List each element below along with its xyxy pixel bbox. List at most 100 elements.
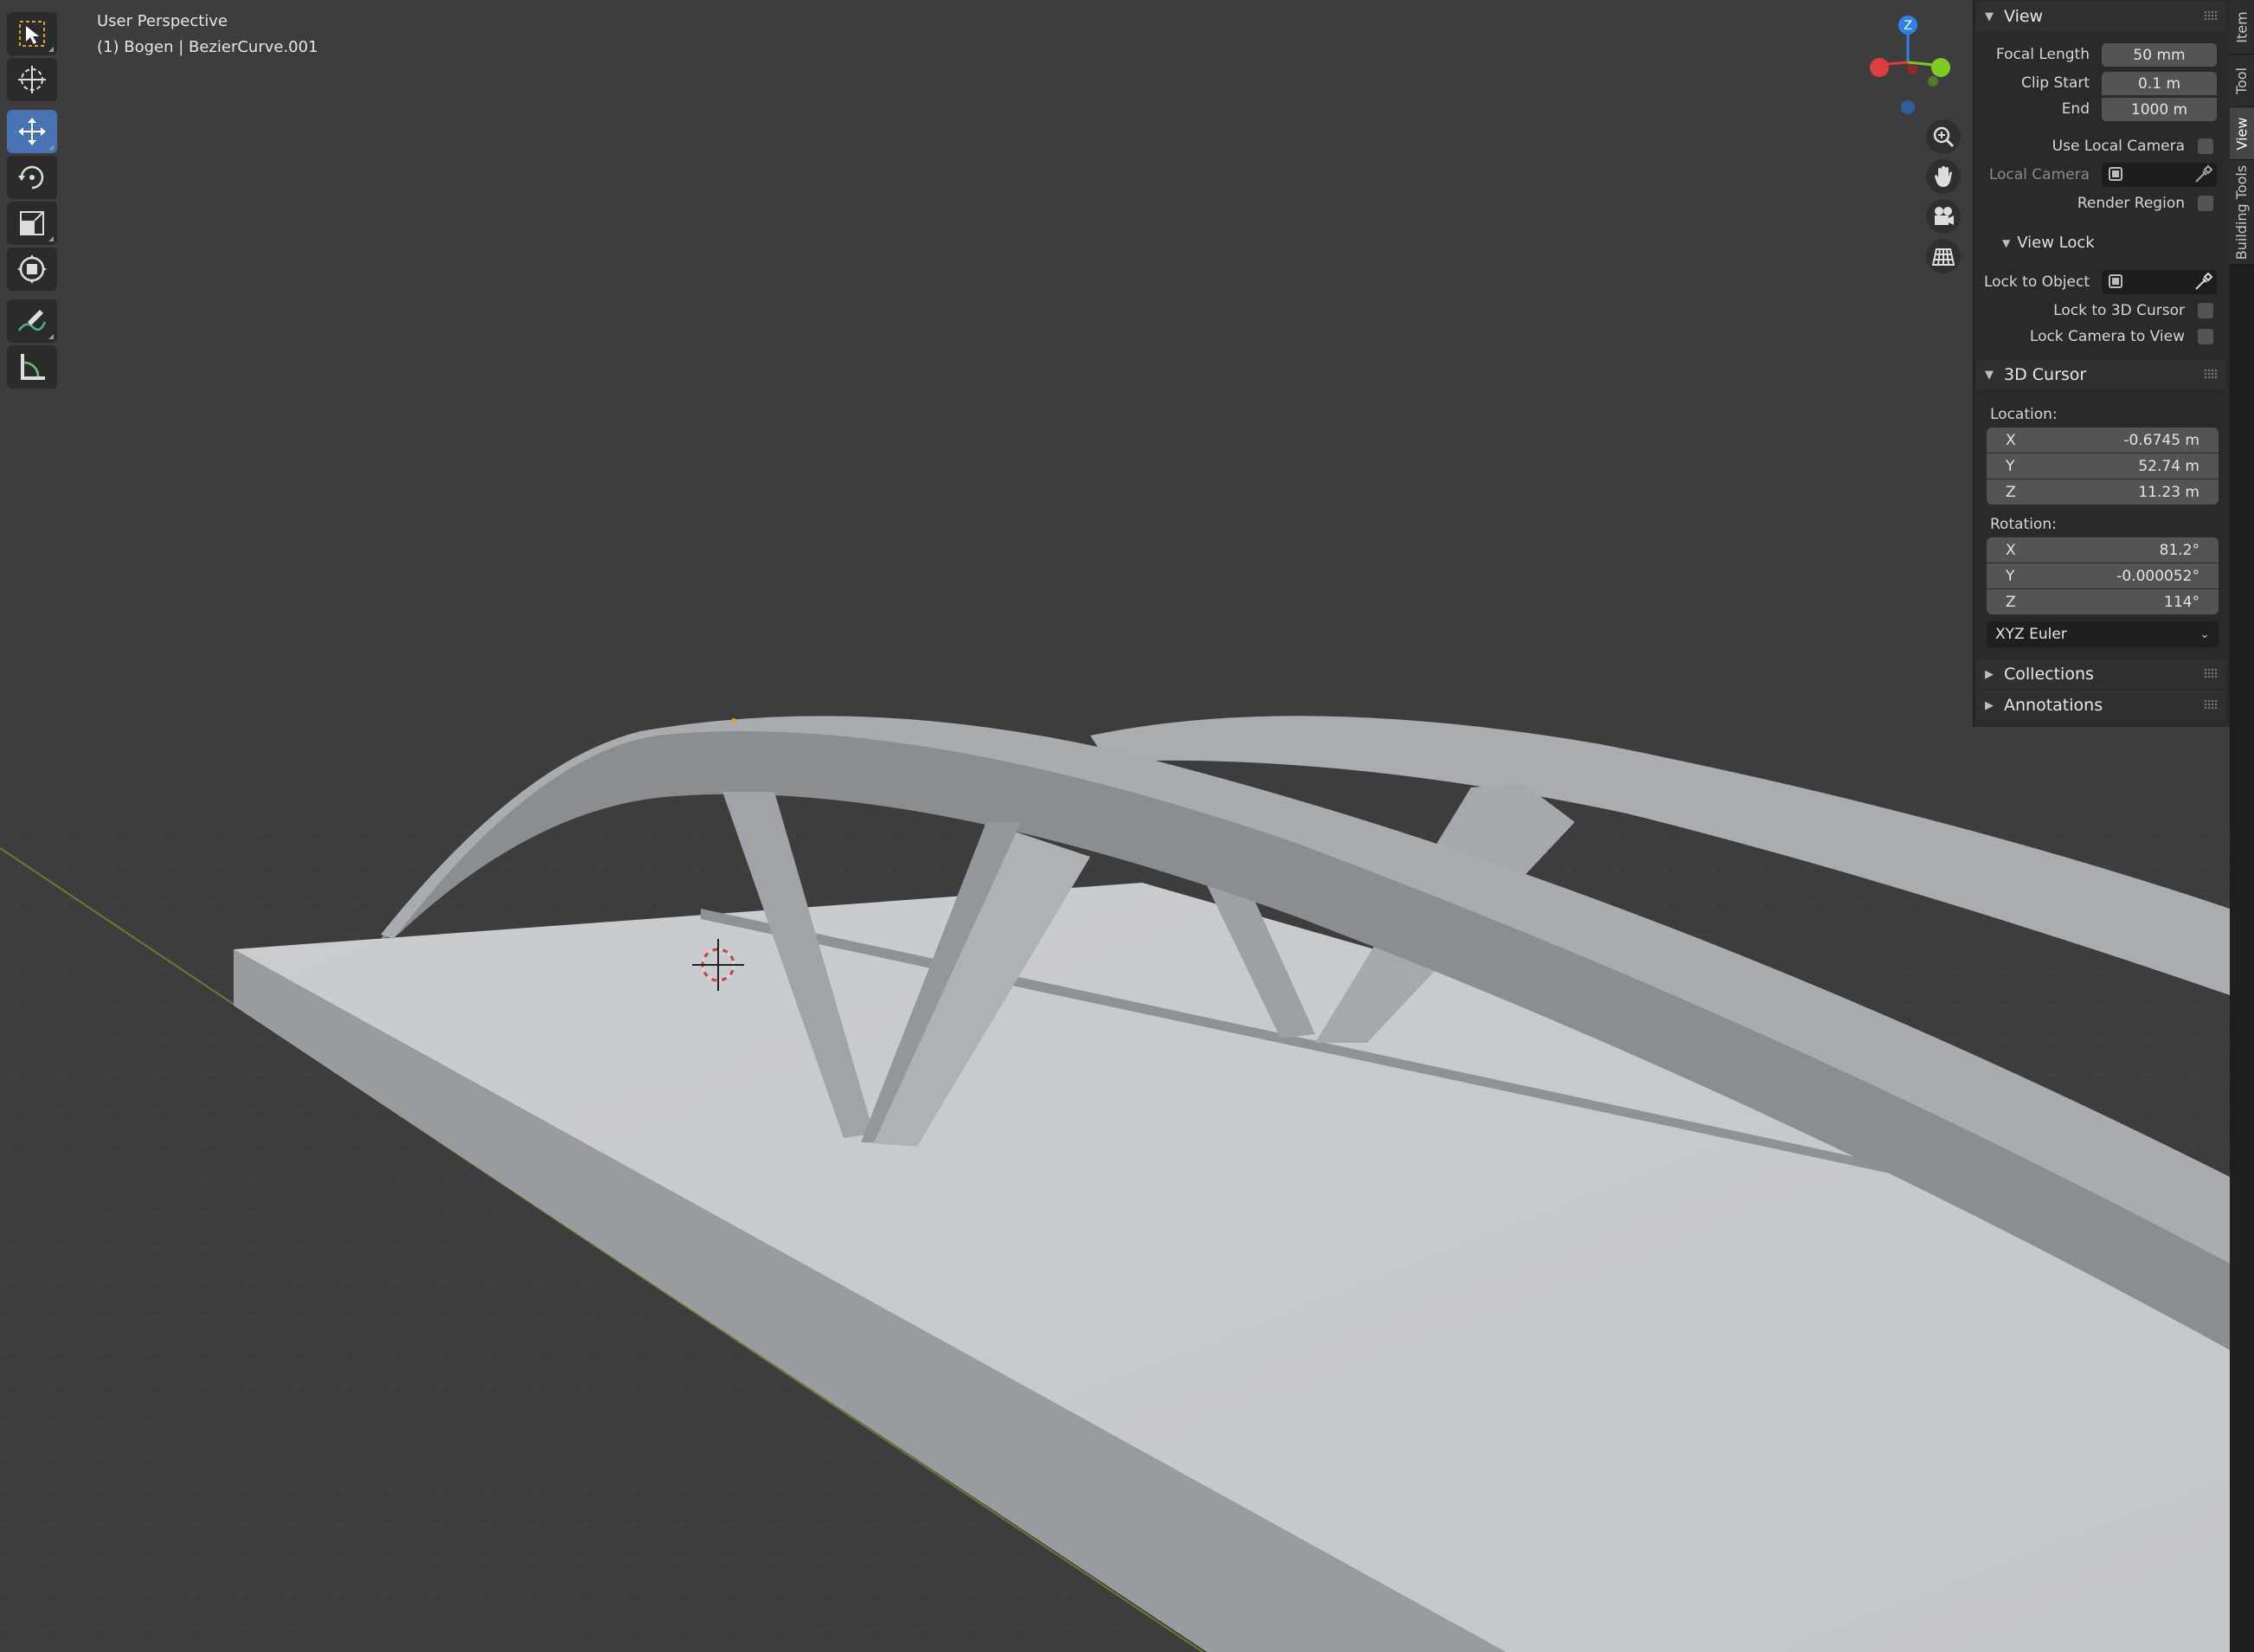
annotations-panel-title: Annotations: [2004, 696, 2103, 715]
collections-panel-header[interactable]: ▶ Collections: [1976, 659, 2226, 689]
tab-item[interactable]: Item: [2230, 0, 2254, 55]
axis-label: Z: [2006, 593, 2016, 611]
3d-viewport[interactable]: [0, 0, 2254, 1652]
perspective-toggle-button[interactable]: [1926, 239, 1961, 273]
annotations-panel-header[interactable]: ▶ Annotations: [1976, 691, 2226, 720]
location-x-field[interactable]: X -0.6745 m: [1987, 427, 2219, 453]
axis-label: Y: [2006, 567, 2015, 585]
view-lock-title: View Lock: [2017, 234, 2095, 252]
hand-icon: [1935, 166, 1952, 187]
object-icon: [2109, 274, 2122, 288]
axis-value: 81.2°: [2159, 541, 2199, 559]
pencil-icon: [17, 310, 47, 331]
collapse-triangle-icon: ▼: [1985, 10, 1994, 23]
lock-to-object-label: Lock to Object: [1983, 273, 2090, 291]
transform-icon: [17, 254, 47, 284]
location-y-field[interactable]: Y 52.74 m: [1987, 453, 2219, 479]
clip-end-field[interactable]: 1000 m: [2102, 98, 2217, 121]
cursor-icon: [18, 66, 46, 93]
axis-value: 52.74 m: [2138, 457, 2199, 475]
tab-building-tools[interactable]: Building Tools: [2230, 160, 2254, 265]
eyedropper-icon[interactable]: [2193, 272, 2213, 292]
tab-label: Building Tools: [2233, 164, 2251, 260]
rotation-x-field[interactable]: X 81.2°: [1987, 537, 2219, 562]
view-panel-title: View: [2004, 7, 2044, 26]
grid-icon: [1931, 248, 1955, 266]
drag-grip-icon[interactable]: [2204, 668, 2218, 678]
cursor-tool[interactable]: [7, 58, 57, 101]
axis-label: X: [2006, 541, 2016, 559]
focal-length-label: Focal Length: [1995, 46, 2090, 63]
drag-grip-icon[interactable]: [2204, 699, 2218, 710]
focal-length-field[interactable]: 50 mm: [2102, 43, 2217, 67]
gizmo-neg-z-axis[interactable]: [1901, 100, 1915, 114]
local-camera-label: Local Camera: [1988, 166, 2090, 183]
bridge-scene[interactable]: [0, 0, 2254, 1652]
viewport-mode-label: User Perspective: [97, 12, 228, 30]
expand-triangle-icon: ▶: [1985, 698, 1994, 712]
selected-origin: [731, 718, 736, 723]
annotate-tool[interactable]: [7, 299, 57, 343]
select-box-tool[interactable]: [7, 12, 57, 55]
lock-camera-to-view-checkbox[interactable]: [2198, 329, 2213, 344]
3d-cursor-panel-header[interactable]: ▼ 3D Cursor: [1976, 360, 2226, 389]
rotation-vector: X 81.2° Y -0.000052° Z 114°: [1987, 537, 2219, 615]
tool-shelf: [7, 12, 61, 391]
view-lock-subpanel-header[interactable]: ▼ View Lock: [2002, 234, 2095, 252]
render-region-checkbox[interactable]: [2198, 196, 2213, 211]
zoom-button[interactable]: [1926, 119, 1961, 154]
collections-panel-title: Collections: [2004, 665, 2094, 684]
navigation-gizmo[interactable]: Z: [1860, 10, 1955, 114]
gizmo-x-axis[interactable]: [1870, 58, 1889, 77]
drag-grip-icon[interactable]: [2204, 10, 2218, 21]
tab-label: Tool: [2233, 67, 2251, 94]
transform-tool[interactable]: [7, 247, 57, 291]
ruler-icon: [21, 354, 45, 380]
gizmo-y-axis[interactable]: [1931, 58, 1950, 77]
lock-to-3d-cursor-label: Lock to 3D Cursor: [2053, 302, 2185, 319]
rotation-mode-value: XYZ Euler: [1995, 626, 2067, 643]
tab-tool[interactable]: Tool: [2230, 55, 2254, 107]
axis-label: Y: [2006, 457, 2015, 475]
axis-value: 11.23 m: [2138, 483, 2199, 501]
tab-label: View: [2233, 117, 2251, 150]
scale-icon: [20, 211, 44, 235]
measure-tool[interactable]: [7, 345, 57, 389]
lock-to-3d-cursor-checkbox[interactable]: [2198, 303, 2213, 318]
scale-tool[interactable]: [7, 202, 57, 245]
rotation-y-field[interactable]: Y -0.000052°: [1987, 563, 2219, 588]
rotation-mode-dropdown[interactable]: XYZ Euler ⌄: [1987, 621, 2219, 647]
collapse-triangle-icon: ▼: [1985, 368, 1994, 382]
gizmo-neg-y-axis[interactable]: [1928, 76, 1938, 87]
gizmo-neg-x-axis[interactable]: [1907, 64, 1917, 74]
clip-start-field[interactable]: 0.1 m: [2102, 72, 2217, 95]
sidebar-tabs: Item Tool View Building Tools: [2230, 0, 2254, 1652]
rotate-tool[interactable]: [7, 156, 57, 199]
use-local-camera-label: Use Local Camera: [2052, 138, 2185, 155]
drag-grip-icon[interactable]: [2204, 369, 2218, 379]
zoom-icon: [1933, 126, 1955, 148]
tab-view[interactable]: View: [2230, 107, 2254, 160]
clip-start-label: Clip Start: [2020, 74, 2090, 92]
move-icon: [18, 118, 46, 145]
location-z-field[interactable]: Z 11.23 m: [1987, 479, 2219, 505]
location-vector: X -0.6745 m Y 52.74 m Z 11.23 m: [1987, 427, 2219, 505]
axis-label: X: [2006, 431, 2016, 449]
axis-value: 114°: [2164, 593, 2199, 611]
rotation-z-field[interactable]: Z 114°: [1987, 589, 2219, 614]
camera-icon: [1935, 207, 1954, 225]
render-region-label: Render Region: [2077, 195, 2185, 212]
axis-label: Z: [2006, 483, 2016, 501]
eyedropper-icon[interactable]: [2193, 164, 2213, 185]
move-tool[interactable]: [7, 110, 57, 153]
local-camera-field[interactable]: [2102, 163, 2217, 187]
axis-value: -0.6745 m: [2123, 431, 2199, 449]
use-local-camera-checkbox[interactable]: [2198, 138, 2213, 154]
lock-camera-to-view-label: Lock Camera to View: [2029, 328, 2185, 345]
view-panel-header[interactable]: ▼ View: [1976, 2, 2226, 31]
lock-to-object-field[interactable]: [2102, 270, 2217, 294]
axis-value: -0.000052°: [2116, 567, 2199, 585]
3d-cursor-panel-title: 3D Cursor: [2004, 365, 2087, 384]
camera-view-button[interactable]: [1926, 199, 1961, 234]
pan-button[interactable]: [1926, 159, 1961, 194]
